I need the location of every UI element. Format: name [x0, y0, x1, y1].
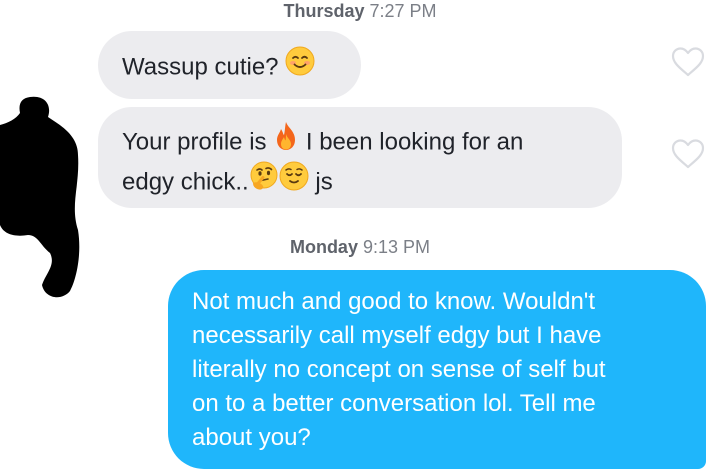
message-line: Your profile is I been looking for an	[122, 121, 598, 163]
message-text: Wassup cutie?	[122, 53, 286, 81]
like-heart-icon[interactable]	[670, 138, 706, 170]
timestamp-day: Monday	[289, 237, 358, 257]
relieved-face-icon	[279, 161, 309, 201]
smiling-face-icon	[285, 46, 315, 86]
timestamp-time: 7:27 PM	[369, 1, 437, 21]
timestamp-time: 9:13 PM	[362, 237, 431, 257]
message-bubble-incoming[interactable]: Your profile is I been looking for an ed…	[98, 107, 622, 208]
fire-icon	[273, 121, 299, 161]
message-line: edgy chick.. js	[122, 161, 598, 203]
message-line: on to a better conversation lol. Tell me	[192, 390, 596, 417]
message-bubble-outgoing[interactable]: Not much and good to know. Wouldn't nece…	[168, 270, 706, 469]
message-line: about you?	[192, 424, 311, 451]
like-heart-icon[interactable]	[670, 46, 706, 78]
message-line: Not much and good to know. Wouldn't	[192, 288, 596, 315]
timestamp-monday: Monday 9:13 PM	[0, 237, 720, 258]
thinking-face-icon	[249, 161, 279, 201]
timestamp-day: Thursday	[283, 1, 365, 21]
message-bubble-incoming[interactable]: Wassup cutie?	[98, 31, 361, 99]
timestamp-thursday: Thursday 7:27 PM	[0, 1, 720, 22]
message-line: literally no concept on sense of self bu…	[192, 356, 606, 383]
redacted-avatar	[0, 96, 80, 298]
message-line: necessarily call myself edgy but I have	[192, 322, 602, 349]
